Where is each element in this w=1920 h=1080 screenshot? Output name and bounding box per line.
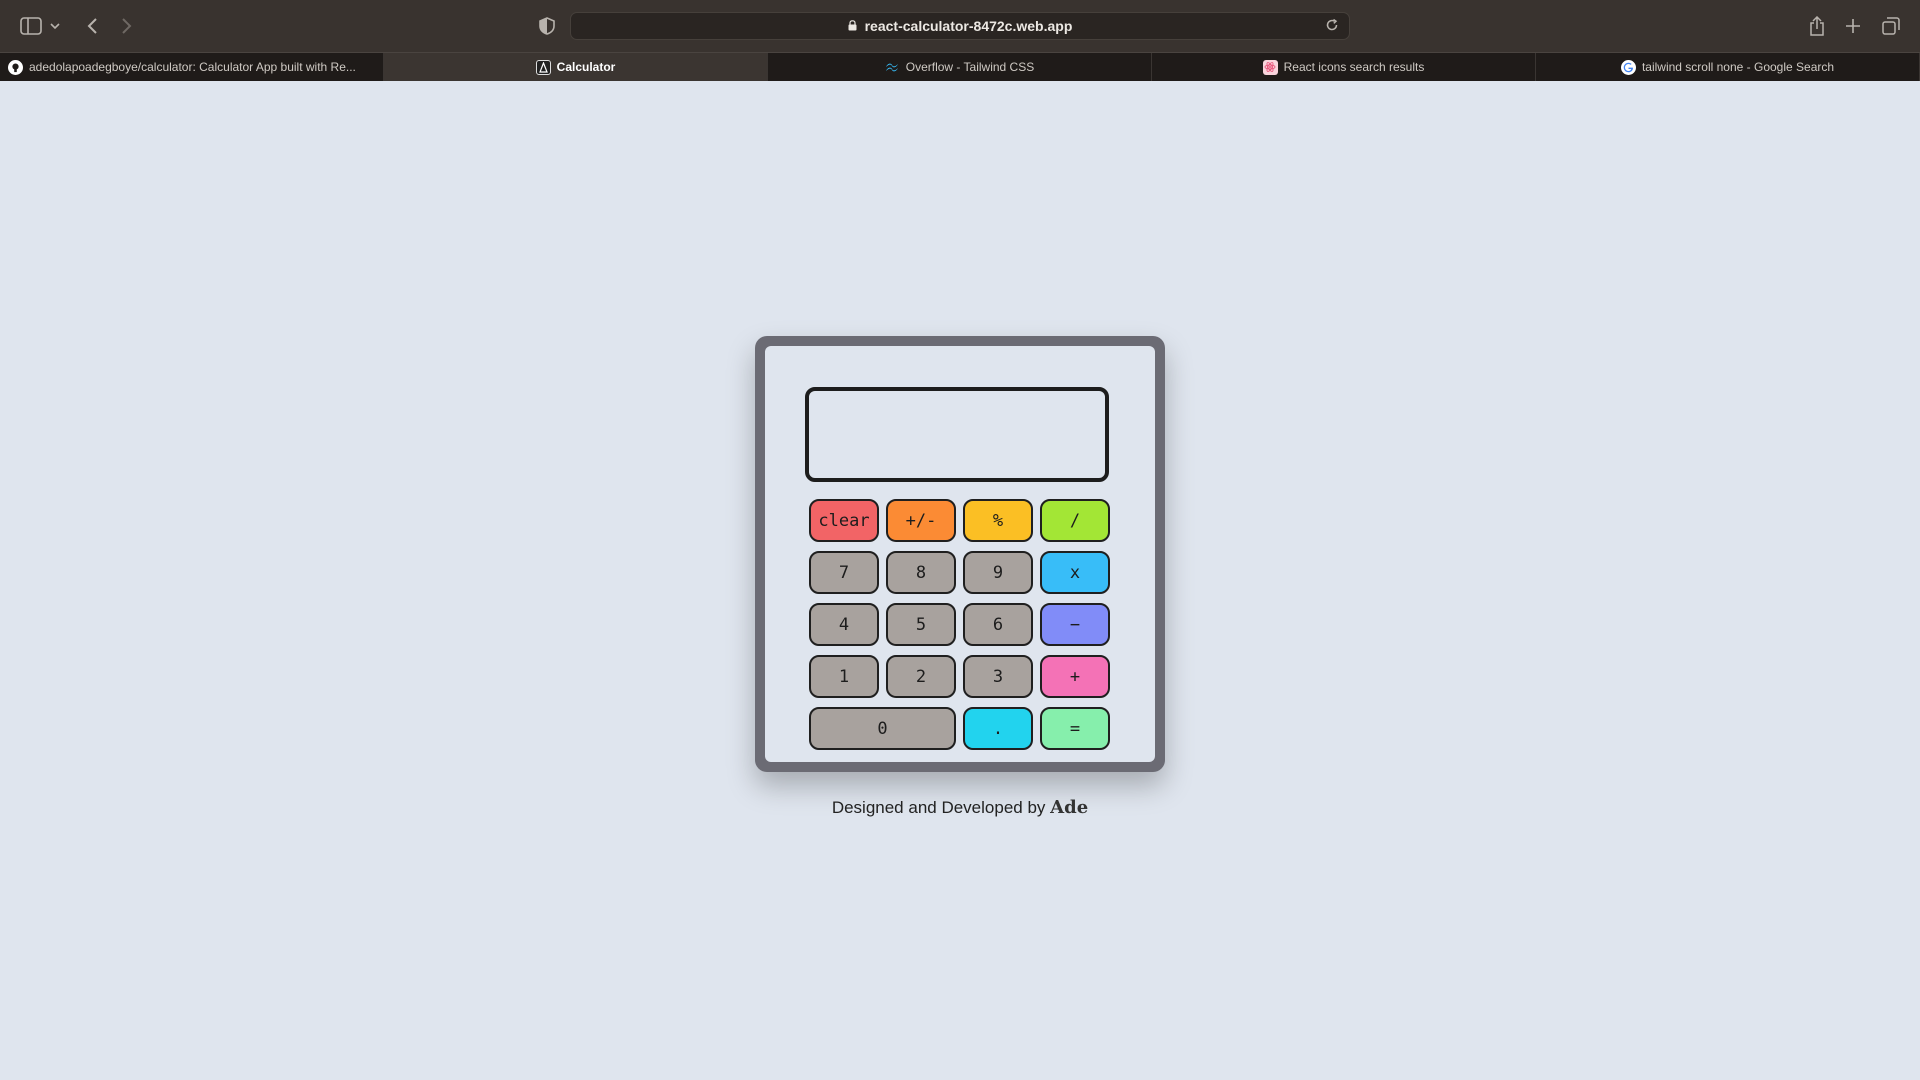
multiply-key[interactable]: x <box>1040 551 1110 594</box>
url-text: react-calculator-8472c.web.app <box>864 18 1073 34</box>
tab-tailwind[interactable]: Overflow - Tailwind CSS <box>768 53 1152 81</box>
divide-key[interactable]: / <box>1040 499 1110 542</box>
author-name: Ade <box>1050 797 1089 818</box>
digit-1-key[interactable]: 1 <box>809 655 879 698</box>
tab-google-search[interactable]: tailwind scroll none - Google Search <box>1536 53 1920 81</box>
chevron-down-icon[interactable] <box>48 14 62 38</box>
new-tab-plus-icon[interactable] <box>1841 14 1865 38</box>
tab-calculator[interactable]: Calculator <box>384 53 768 81</box>
share-icon[interactable] <box>1805 14 1829 38</box>
react-icons-icon <box>1262 59 1278 75</box>
reload-icon[interactable] <box>1325 18 1339 35</box>
lock-icon <box>848 18 857 34</box>
digit-2-key[interactable]: 2 <box>886 655 956 698</box>
digit-8-key[interactable]: 8 <box>886 551 956 594</box>
app-icon <box>535 59 551 75</box>
tailwind-icon <box>885 60 900 75</box>
calculator: clear +/-%/ 7 8 9 x 4 5 6− 1 2 3 +0. = <box>755 336 1165 772</box>
digit-3-key[interactable]: 3 <box>963 655 1033 698</box>
forward-arrow-icon[interactable] <box>115 14 139 38</box>
github-icon <box>8 59 23 75</box>
digit-7-key[interactable]: 7 <box>809 551 879 594</box>
tab-title: tailwind scroll none - Google Search <box>1641 60 1835 74</box>
tab-title: Overflow - Tailwind CSS <box>905 60 1035 74</box>
privacy-shield-icon[interactable] <box>535 14 559 38</box>
sign-key[interactable]: +/- <box>886 499 956 542</box>
equals-key[interactable]: = <box>1040 707 1110 750</box>
keypad: clear +/-%/ 7 8 9 x 4 5 6− 1 2 3 +0. = <box>809 499 1111 750</box>
footer: Designed and Developed by Ade <box>0 797 1920 818</box>
footer-text: Designed and Developed by <box>831 798 1046 817</box>
digit-6-key[interactable]: 6 <box>963 603 1033 646</box>
subtract-key[interactable]: − <box>1040 603 1110 646</box>
tab-title: Calculator <box>556 60 616 74</box>
tab-title: adedolapoadegboye/calculator: Calculator… <box>29 60 356 74</box>
google-icon <box>1620 59 1636 75</box>
sidebar-toggle-icon[interactable] <box>19 14 43 38</box>
digit-4-key[interactable]: 4 <box>809 603 879 646</box>
digit-9-key[interactable]: 9 <box>963 551 1033 594</box>
tab-github[interactable]: adedolapoadegboye/calculator: Calculator… <box>0 53 384 81</box>
back-arrow-icon[interactable] <box>80 14 104 38</box>
tab-react-icons[interactable]: React icons search results <box>1152 53 1536 81</box>
address-bar[interactable]: react-calculator-8472c.web.app <box>570 12 1350 40</box>
tab-bar: adedolapoadegboye/calculator: Calculator… <box>0 52 1920 81</box>
tab-title: React icons search results <box>1283 60 1425 74</box>
calculator-body: clear +/-%/ 7 8 9 x 4 5 6− 1 2 3 +0. = <box>765 346 1155 762</box>
decimal-key[interactable]: . <box>963 707 1033 750</box>
percent-key[interactable]: % <box>963 499 1033 542</box>
digit-5-key[interactable]: 5 <box>886 603 956 646</box>
digit-0-key[interactable]: 0 <box>809 707 956 750</box>
calculator-display <box>805 387 1109 482</box>
browser-toolbar: react-calculator-8472c.web.app <box>0 0 1920 52</box>
tab-overview-icon[interactable] <box>1879 14 1903 38</box>
add-key[interactable]: + <box>1040 655 1110 698</box>
clear-key[interactable]: clear <box>809 499 879 542</box>
